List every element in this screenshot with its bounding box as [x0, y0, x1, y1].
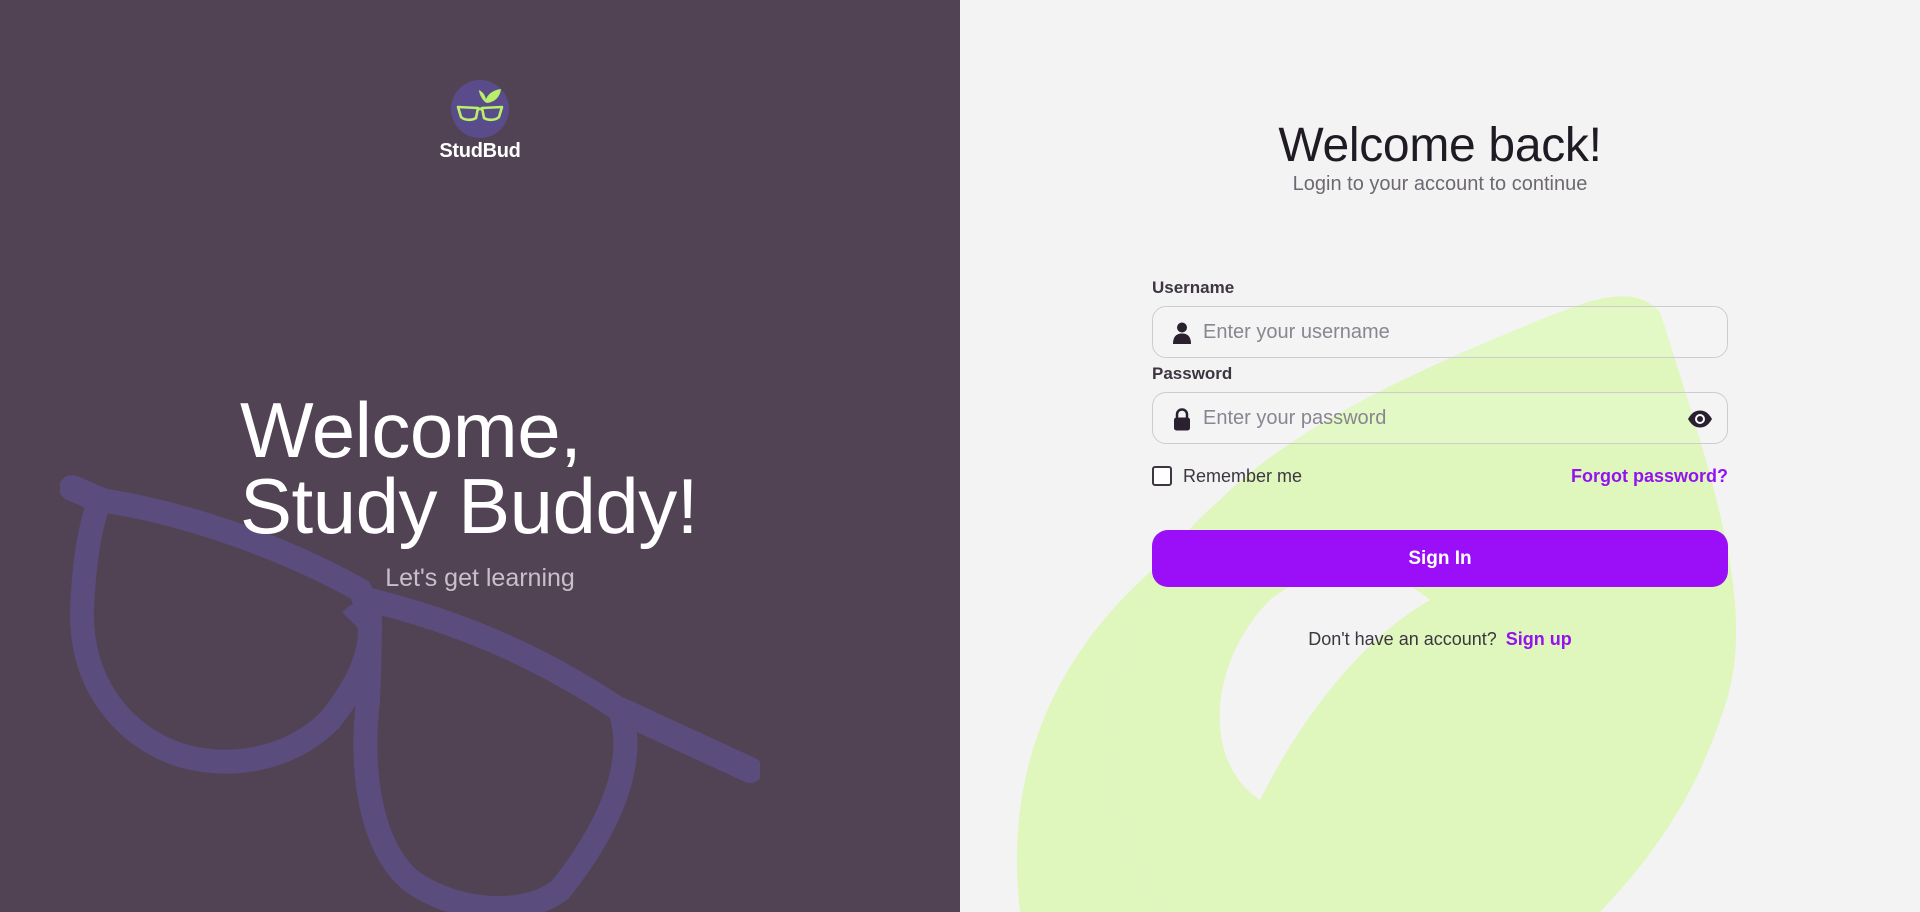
sign-in-button[interactable]: Sign In [1152, 530, 1728, 587]
studbud-logo-icon [451, 80, 509, 138]
hero-line-1: Welcome, [240, 386, 582, 474]
login-form: Username Password Remember [1152, 278, 1728, 650]
signup-row: Don't have an account? Sign up [1152, 629, 1728, 650]
forgot-password-link[interactable]: Forgot password? [1571, 466, 1728, 487]
remember-me: Remember me [1152, 466, 1302, 487]
eye-icon[interactable] [1687, 408, 1713, 430]
hero-heading: Welcome, Study Buddy! [240, 386, 840, 550]
password-label: Password [1152, 364, 1233, 383]
remember-checkbox[interactable] [1152, 466, 1172, 486]
options-row: Remember me Forgot password? [1152, 464, 1728, 488]
hero-line-2: Study Buddy! [240, 462, 698, 550]
username-field [1152, 306, 1728, 358]
user-icon [1173, 322, 1191, 344]
login-subtitle: Login to your account to continue [1292, 173, 1588, 195]
remember-label: Remember me [1183, 465, 1303, 486]
lock-icon [1174, 408, 1190, 431]
signup-prompt: Don't have an account? [1308, 629, 1497, 649]
password-input[interactable] [1153, 393, 1727, 443]
sign-up-link[interactable]: Sign up [1506, 629, 1572, 649]
brand: StudBud [0, 80, 960, 163]
brand-panel: StudBud Welcome, Study Buddy! Let's get … [0, 0, 960, 912]
hero-tagline: Let's get learning [385, 564, 575, 592]
username-label: Username [1152, 278, 1235, 297]
login-title: Welcome back! [1278, 119, 1602, 172]
brand-name: StudBud [439, 140, 521, 162]
login-panel: Welcome back! Login to your account to c… [960, 0, 1920, 912]
password-field [1152, 392, 1728, 444]
username-input[interactable] [1153, 307, 1727, 357]
